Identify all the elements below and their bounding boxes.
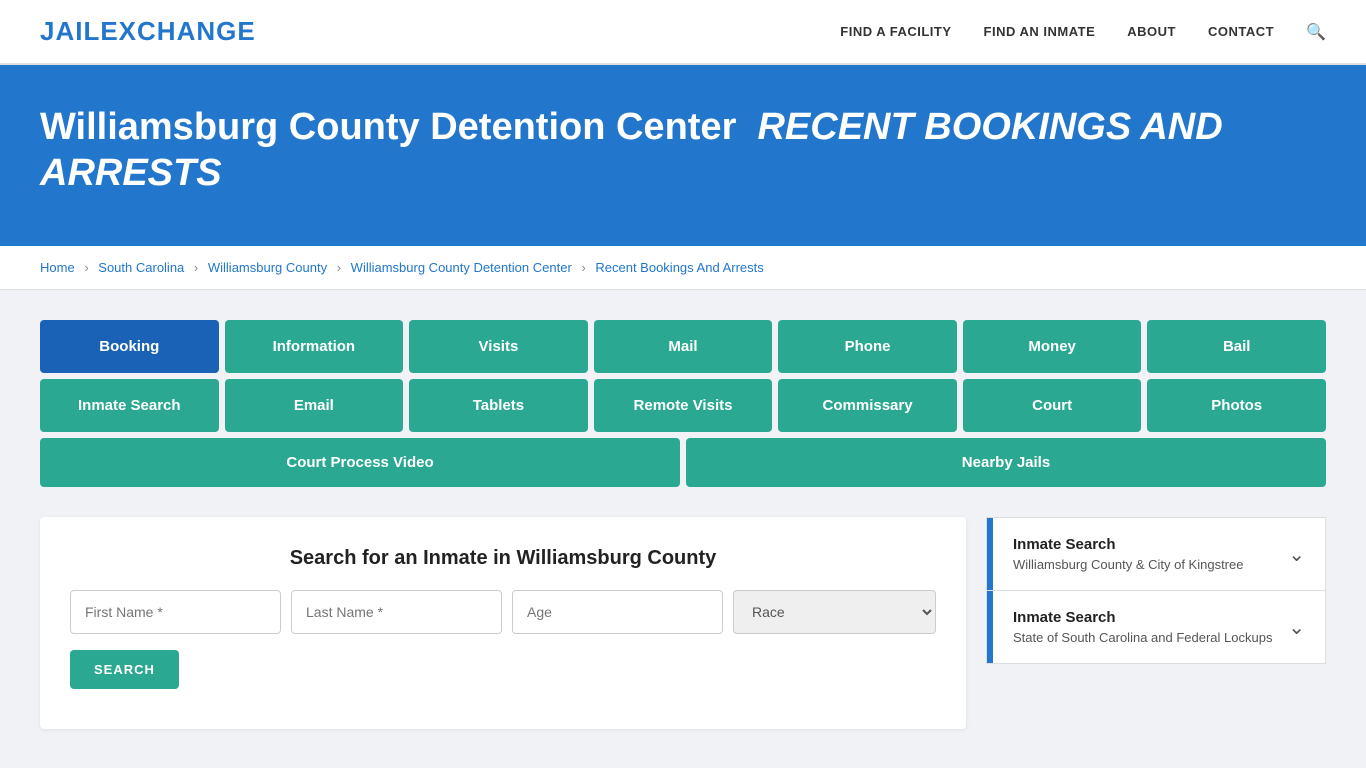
sidebar-card-2-text: Inmate Search State of South Carolina an… — [1013, 609, 1272, 645]
tab-court-process-video[interactable]: Court Process Video — [40, 438, 680, 487]
sidebar-card-1-wrapper: Inmate Search Williamsburg County & City… — [986, 517, 1326, 591]
tab-row-2: Inmate Search Email Tablets Remote Visit… — [40, 379, 1326, 432]
tab-bail[interactable]: Bail — [1147, 320, 1326, 373]
hero-title: Williamsburg County Detention Center REC… — [40, 105, 1326, 196]
header: JAILEXCHANGE FIND A FACILITY FIND AN INM… — [0, 0, 1366, 65]
tab-inmate-search[interactable]: Inmate Search — [40, 379, 219, 432]
sidebar-card-2-subtitle: State of South Carolina and Federal Lock… — [1013, 630, 1272, 645]
breadcrumb-sep-2: › — [194, 260, 198, 275]
breadcrumb-home[interactable]: Home — [40, 260, 75, 275]
tab-row-1: Booking Information Visits Mail Phone Mo… — [40, 320, 1326, 373]
logo-blue: EXCHANGE — [100, 16, 255, 46]
tab-photos[interactable]: Photos — [1147, 379, 1326, 432]
tab-phone[interactable]: Phone — [778, 320, 957, 373]
tab-information[interactable]: Information — [225, 320, 404, 373]
chevron-down-icon-1: ⌄ — [1288, 542, 1305, 567]
sidebar-card-1-title: Inmate Search — [1013, 536, 1243, 553]
search-form-title: Search for an Inmate in Williamsburg Cou… — [70, 547, 936, 570]
age-input[interactable] — [512, 590, 723, 634]
main-nav: FIND A FACILITY FIND AN INMATE ABOUT CON… — [840, 22, 1326, 42]
sidebar-card-1-text: Inmate Search Williamsburg County & City… — [1013, 536, 1243, 572]
tab-email[interactable]: Email — [225, 379, 404, 432]
chevron-down-icon-2: ⌄ — [1288, 615, 1305, 640]
nav-contact[interactable]: CONTACT — [1208, 24, 1274, 39]
nav-find-inmate[interactable]: FIND AN INMATE — [984, 24, 1096, 39]
sidebar: Inmate Search Williamsburg County & City… — [986, 517, 1326, 664]
breadcrumb-sep-4: › — [581, 260, 585, 275]
breadcrumb-county[interactable]: Williamsburg County — [208, 260, 327, 275]
breadcrumb-sc[interactable]: South Carolina — [98, 260, 184, 275]
search-inputs-row: Race White Black Hispanic Asian Other — [70, 590, 936, 634]
tab-mail[interactable]: Mail — [594, 320, 773, 373]
search-button[interactable]: SEARCH — [70, 650, 179, 689]
hero-banner: Williamsburg County Detention Center REC… — [0, 65, 1366, 246]
sidebar-card-1[interactable]: Inmate Search Williamsburg County & City… — [993, 518, 1325, 590]
tab-commissary[interactable]: Commissary — [778, 379, 957, 432]
logo[interactable]: JAILEXCHANGE — [40, 16, 256, 47]
inmate-search-form: Search for an Inmate in Williamsburg Cou… — [40, 517, 966, 729]
breadcrumb-sep-1: › — [84, 260, 88, 275]
sidebar-card-2[interactable]: Inmate Search State of South Carolina an… — [993, 591, 1325, 663]
tab-nearby-jails[interactable]: Nearby Jails — [686, 438, 1326, 487]
breadcrumb-sep-3: › — [337, 260, 341, 275]
breadcrumb: Home › South Carolina › Williamsburg Cou… — [0, 246, 1366, 290]
tab-money[interactable]: Money — [963, 320, 1142, 373]
bottom-section: Search for an Inmate in Williamsburg Cou… — [40, 517, 1326, 729]
last-name-input[interactable] — [291, 590, 502, 634]
sidebar-card-1-subtitle: Williamsburg County & City of Kingstree — [1013, 557, 1243, 572]
breadcrumb-current[interactable]: Recent Bookings And Arrests — [595, 260, 763, 275]
main-content: Booking Information Visits Mail Phone Mo… — [0, 290, 1366, 759]
tab-tablets[interactable]: Tablets — [409, 379, 588, 432]
sidebar-card-2-title: Inmate Search — [1013, 609, 1272, 626]
nav-about[interactable]: ABOUT — [1127, 24, 1176, 39]
first-name-input[interactable] — [70, 590, 281, 634]
sidebar-card-2-wrapper: Inmate Search State of South Carolina an… — [986, 590, 1326, 664]
search-icon[interactable]: 🔍 — [1306, 22, 1326, 42]
hero-title-main: Williamsburg County Detention Center — [40, 106, 736, 148]
race-select[interactable]: Race White Black Hispanic Asian Other — [733, 590, 936, 634]
tab-court[interactable]: Court — [963, 379, 1142, 432]
tab-remote-visits[interactable]: Remote Visits — [594, 379, 773, 432]
tab-booking[interactable]: Booking — [40, 320, 219, 373]
logo-black: JAIL — [40, 16, 100, 46]
nav-find-facility[interactable]: FIND A FACILITY — [840, 24, 951, 39]
tab-row-3: Court Process Video Nearby Jails — [40, 438, 1326, 487]
tab-visits[interactable]: Visits — [409, 320, 588, 373]
breadcrumb-facility[interactable]: Williamsburg County Detention Center — [351, 260, 572, 275]
